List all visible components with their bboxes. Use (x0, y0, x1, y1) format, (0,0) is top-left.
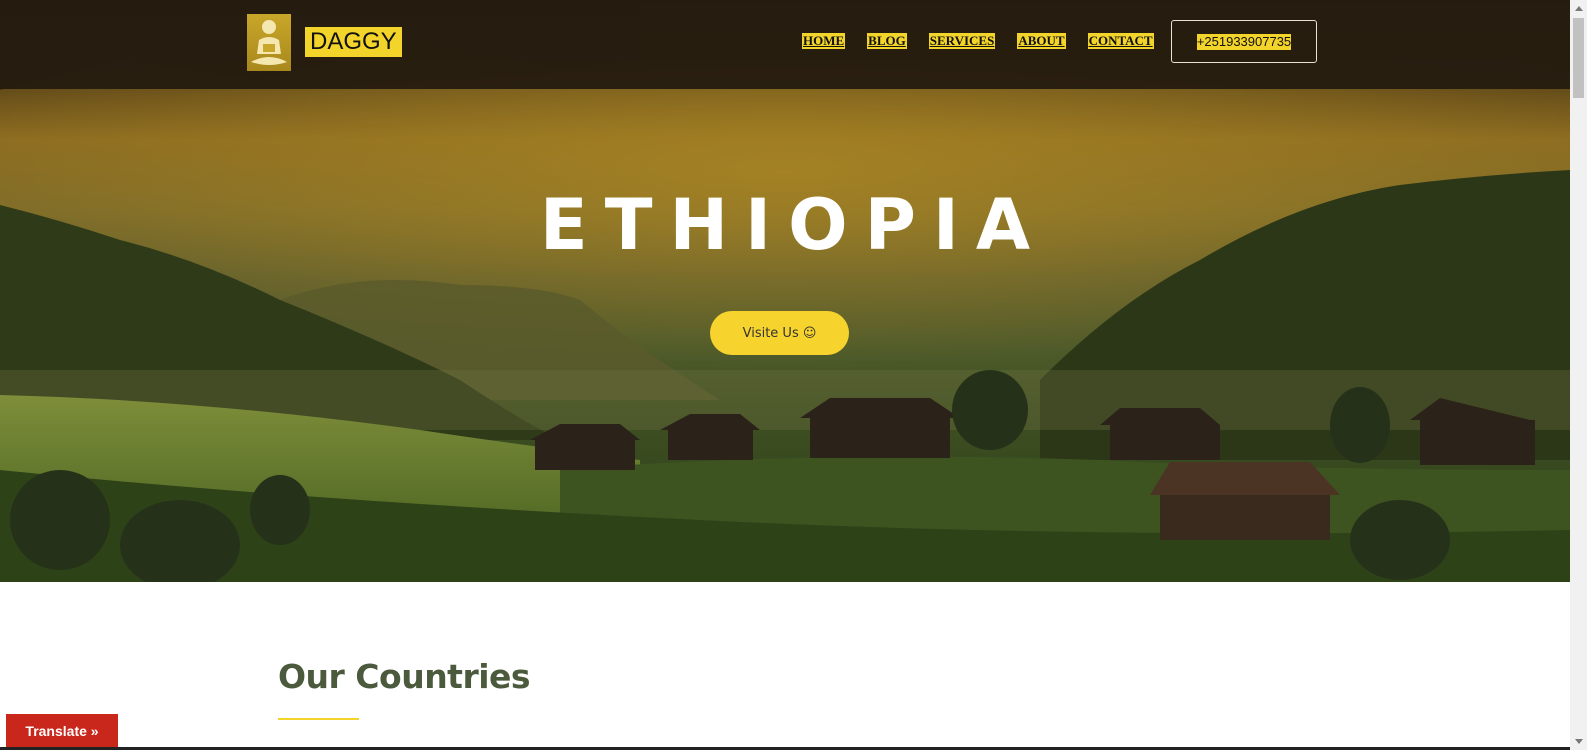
hero-title: ETHIOPIA (539, 184, 1048, 266)
nav-home[interactable]: HOME (802, 33, 846, 49)
translate-button[interactable]: Translate » (6, 714, 118, 748)
brand-name[interactable]: DAGGY (305, 27, 402, 57)
vertical-scrollbar[interactable] (1570, 0, 1587, 750)
phone-number: +251933907735 (1196, 33, 1292, 50)
main-nav: HOME BLOG SERVICES ABOUT CONTACT (802, 33, 1154, 49)
section-title-countries: Our Countries (278, 657, 531, 696)
visit-us-button[interactable]: Visite Us ☺ (710, 311, 849, 355)
person-meditating-logo[interactable] (247, 14, 291, 71)
nav-about[interactable]: ABOUT (1017, 33, 1066, 49)
logo-figure-icon (251, 20, 287, 65)
nav-blog[interactable]: BLOG (867, 33, 907, 49)
nav-services[interactable]: SERVICES (928, 33, 996, 49)
section-title-underline (278, 718, 359, 720)
triangle-up-icon[interactable] (1570, 0, 1587, 17)
scrollbar-thumb[interactable] (1573, 18, 1584, 98)
triangle-down-icon[interactable] (1570, 733, 1587, 750)
page: DAGGY HOME BLOG SERVICES ABOUT CONTACT +… (0, 0, 1570, 750)
nav-contact[interactable]: CONTACT (1087, 33, 1154, 49)
phone-button[interactable]: +251933907735 (1171, 20, 1317, 63)
site-header: DAGGY HOME BLOG SERVICES ABOUT CONTACT +… (0, 0, 1570, 89)
